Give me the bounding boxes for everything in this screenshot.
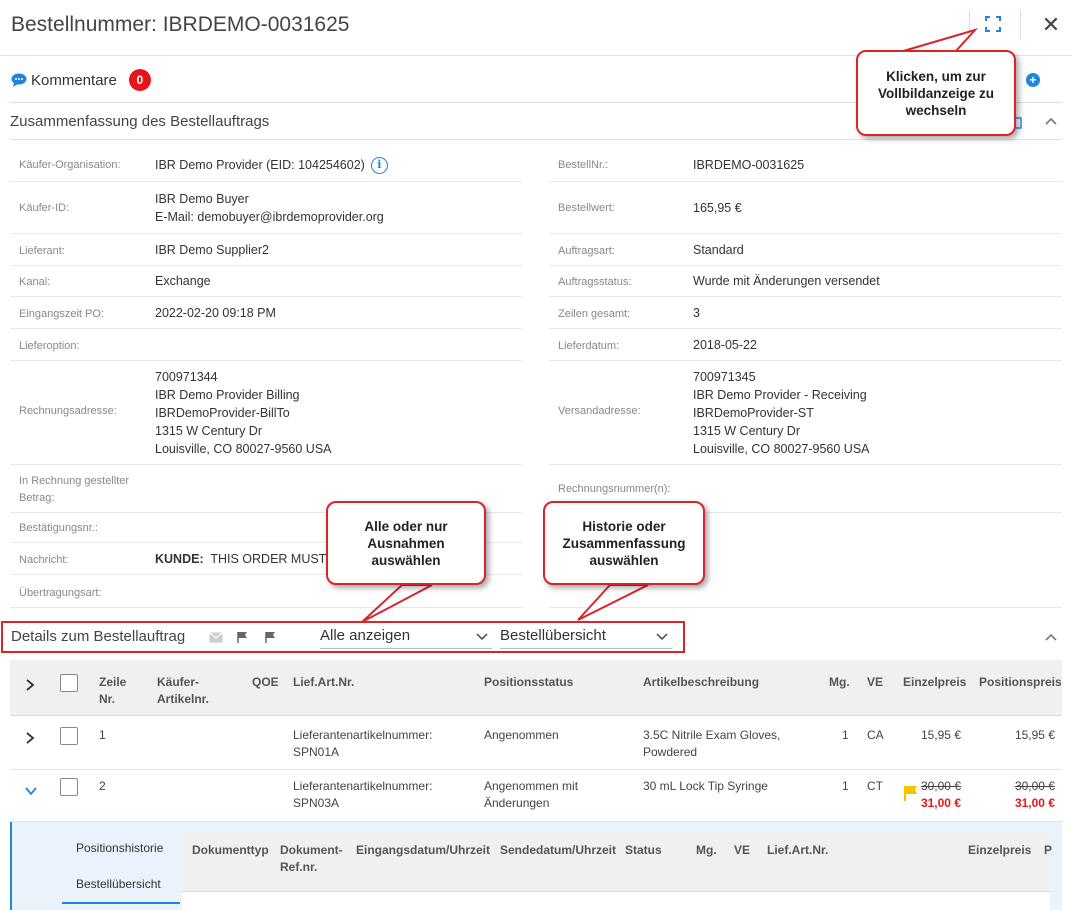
- callout-pointers: [361, 28, 979, 623]
- callout-filter: Alle oder nur Ausnahmen auswählen: [326, 501, 486, 585]
- callout-fullscreen: Klicken, um zur Vollbildanzeige zu wechs…: [856, 50, 1016, 136]
- callout-view: Historie oder Zusammenfassung auswählen: [543, 501, 705, 585]
